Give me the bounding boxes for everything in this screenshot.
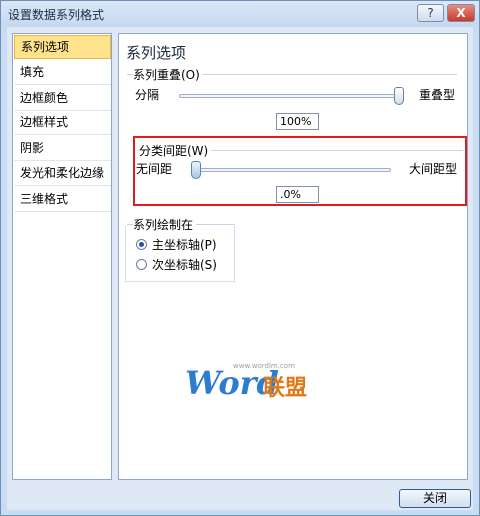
help-icon: ?	[427, 6, 434, 20]
primary-axis-option[interactable]: 主坐标轴(P)	[136, 236, 217, 253]
options-panel: 系列选项 系列重叠(O) 分隔 重叠型 100% 分类间距(W) 无间距 大间距…	[118, 33, 468, 480]
gap-value-input[interactable]: .0%	[276, 186, 319, 203]
nav-label: 系列选项	[21, 40, 70, 54]
plot-on-frame	[125, 226, 235, 282]
gap-legend: 分类间距(W)	[139, 142, 212, 159]
nav-item-glow-soft-edges[interactable]: 发光和柔化边缘	[14, 162, 111, 186]
overlap-legend: 系列重叠(O)	[133, 66, 203, 83]
overlap-max-label: 重叠型	[419, 88, 456, 102]
format-data-series-dialog: 设置数据系列格式 ? X 系列选项 填充 边框颜色 边框样式 阴影 发光和柔化边…	[0, 0, 480, 516]
dialog-body: 系列选项 填充 边框颜色 边框样式 阴影 发光和柔化边缘 三维格式 系列选项 系…	[7, 27, 473, 510]
nav-item-shadow[interactable]: 阴影	[14, 137, 111, 161]
nav-label: 边框样式	[20, 115, 69, 129]
primary-axis-label: 主坐标轴(P)	[152, 238, 217, 252]
overlap-value-input[interactable]: 100%	[276, 113, 319, 130]
nav-label: 三维格式	[20, 192, 69, 206]
overlap-min-label: 分隔	[135, 88, 160, 102]
gap-slider-track[interactable]	[191, 168, 391, 172]
nav-label: 填充	[20, 65, 45, 79]
gap-slider-thumb[interactable]	[191, 161, 201, 179]
secondary-axis-option[interactable]: 次坐标轴(S)	[136, 256, 217, 273]
title-bar: 设置数据系列格式 ? X	[1, 1, 479, 27]
nav-label: 边框颜色	[20, 91, 69, 105]
close-window-button[interactable]: X	[447, 4, 475, 22]
nav-label: 阴影	[20, 141, 45, 155]
gap-min-label: 无间距	[136, 162, 173, 176]
close-icon: X	[456, 6, 466, 20]
overlap-slider-thumb[interactable]	[394, 87, 404, 105]
close-button[interactable]: 关闭	[399, 489, 471, 508]
secondary-axis-label: 次坐标轴(S)	[152, 258, 217, 272]
dialog-title: 设置数据系列格式	[8, 8, 105, 22]
nav-item-border-color[interactable]: 边框颜色	[14, 87, 111, 111]
primary-axis-radio[interactable]	[136, 239, 147, 250]
nav-item-series-options[interactable]: 系列选项	[14, 35, 111, 59]
nav-item-border-styles[interactable]: 边框样式	[14, 111, 111, 135]
plot-on-legend: 系列绘制在	[133, 216, 197, 233]
secondary-axis-radio[interactable]	[136, 259, 147, 270]
category-list: 系列选项 填充 边框颜色 边框样式 阴影 发光和柔化边缘 三维格式	[12, 33, 112, 480]
gap-max-label: 大间距型	[409, 162, 458, 176]
panel-title: 系列选项	[126, 44, 187, 62]
nav-label: 发光和柔化边缘	[20, 166, 105, 180]
nav-item-3d-format[interactable]: 三维格式	[14, 188, 111, 212]
help-button[interactable]: ?	[417, 4, 444, 22]
nav-item-fill[interactable]: 填充	[14, 61, 111, 85]
overlap-slider-track[interactable]	[179, 94, 404, 98]
watermark-brand-cn: 联盟	[263, 376, 308, 401]
